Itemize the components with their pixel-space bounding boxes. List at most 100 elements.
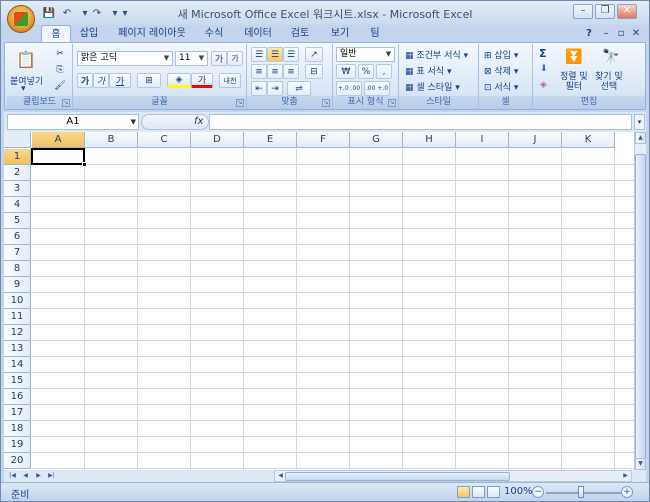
scroll-up-icon[interactable]: ▲ <box>635 132 646 144</box>
row-header-10[interactable]: 10 <box>4 293 31 309</box>
copy-icon[interactable]: ⎘ <box>53 62 67 77</box>
paste-dropdown-icon[interactable]: ▾ <box>21 84 26 94</box>
format-cells-button[interactable]: ⊡ 서식 ▾ <box>484 80 518 93</box>
office-button[interactable] <box>7 5 35 33</box>
delete-cells-button[interactable]: ⊠ 삭제 ▾ <box>484 64 518 77</box>
phonetic-button[interactable]: 내천 <box>219 73 241 88</box>
sort-filter-button[interactable]: 정렬 및 필터 <box>560 72 588 92</box>
row-header-5[interactable]: 5 <box>4 213 31 229</box>
increase-indent-icon[interactable]: ⇥ <box>267 81 283 96</box>
tab-review[interactable]: 검토 <box>283 25 317 43</box>
insert-function-button[interactable]: fx <box>194 116 203 127</box>
column-header-d[interactable]: D <box>191 132 244 148</box>
number-format-combo[interactable]: 일반 ▼ <box>336 47 395 62</box>
cell-grid[interactable] <box>32 149 634 470</box>
fill-icon[interactable]: ⬇ <box>540 64 548 74</box>
autosum-icon[interactable]: Σ <box>539 47 547 60</box>
zoom-level[interactable]: 100% <box>504 486 533 497</box>
scroll-down-icon[interactable]: ▼ <box>635 458 646 470</box>
font-name-combo[interactable]: 맑은 고딕 ▼ <box>77 51 173 66</box>
row-header-15[interactable]: 15 <box>4 373 31 389</box>
fill-color-button[interactable]: ◈ <box>167 73 191 88</box>
tab-page-layout[interactable]: 페이지 레이아웃 <box>111 25 193 43</box>
format-as-table-button[interactable]: ▦ 표 서식 ▾ <box>405 64 451 77</box>
row-header-1[interactable]: 1 <box>4 149 31 165</box>
row-header-7[interactable]: 7 <box>4 245 31 261</box>
decrease-indent-icon[interactable]: ⇤ <box>251 81 267 96</box>
font-launcher-icon[interactable]: ↘ <box>236 99 244 107</box>
column-header-f[interactable]: F <box>297 132 350 148</box>
column-header-k[interactable]: K <box>562 132 615 148</box>
restore-button[interactable]: ❐ <box>595 4 615 19</box>
zoom-out-button[interactable]: − <box>532 486 544 498</box>
borders-button[interactable]: ⊞ <box>137 73 161 88</box>
increase-decimal-button[interactable]: +.0 .00 <box>336 81 362 96</box>
vertical-scrollbar[interactable]: ▲ ▼ <box>634 132 646 470</box>
column-header-a[interactable]: A <box>32 132 85 148</box>
close-button[interactable]: ✕ <box>617 4 637 19</box>
underline-button[interactable]: 가 <box>109 73 131 88</box>
minimize-button[interactable]: – <box>573 4 593 19</box>
binoculars-icon[interactable]: 🔭 <box>599 46 623 68</box>
last-sheet-icon[interactable]: ▶| <box>46 471 57 481</box>
scroll-right-icon[interactable]: ▶ <box>620 471 631 481</box>
italic-button[interactable]: 가 <box>93 73 109 88</box>
name-box[interactable]: A1 ▼ <box>7 114 139 130</box>
zoom-slider-handle[interactable] <box>578 486 584 498</box>
tab-formulas[interactable]: 수식 <box>197 25 231 43</box>
comma-button[interactable]: , <box>376 64 392 79</box>
tab-view[interactable]: 보기 <box>323 25 357 43</box>
prev-sheet-icon[interactable]: ◀ <box>20 471 31 481</box>
next-sheet-icon[interactable]: ▶ <box>33 471 44 481</box>
bold-button[interactable]: 가 <box>77 73 93 88</box>
number-launcher-icon[interactable]: ↘ <box>388 99 396 107</box>
column-header-h[interactable]: H <box>403 132 456 148</box>
wrap-text-button[interactable]: ⇌ <box>287 81 311 96</box>
column-header-b[interactable]: B <box>85 132 138 148</box>
decrease-decimal-button[interactable]: .00 +.0 <box>364 81 390 96</box>
clipboard-launcher-icon[interactable]: ↘ <box>62 99 70 107</box>
column-header-j[interactable]: J <box>509 132 562 148</box>
vertical-scroll-thumb[interactable] <box>635 154 646 459</box>
column-header-g[interactable]: G <box>350 132 403 148</box>
insert-cells-button[interactable]: ⊞ 삽입 ▾ <box>484 48 518 61</box>
conditional-formatting-button[interactable]: ▦ 조건부 서식 ▾ <box>405 48 468 61</box>
column-header-c[interactable]: C <box>138 132 191 148</box>
worksheet-grid[interactable]: ABCDEFGHIJK 1 2 3 4 5 6 7 8 9 10 11 12 13 14 15 16 17 18 1… <box>4 132 634 470</box>
normal-view-button[interactable] <box>457 486 470 498</box>
row-header-2[interactable]: 2 <box>4 165 31 181</box>
ribbon-restore-button[interactable]: ▫ <box>615 25 627 43</box>
align-left-icon[interactable]: ≡ <box>251 64 267 79</box>
row-header-14[interactable]: 14 <box>4 357 31 373</box>
chevron-down-icon[interactable]: ▼ <box>162 53 171 64</box>
percent-button[interactable]: % <box>358 64 374 79</box>
row-header-20[interactable]: 20 <box>4 453 31 469</box>
row-header-3[interactable]: 3 <box>4 181 31 197</box>
align-center-icon[interactable]: ≡ <box>267 64 283 79</box>
row-header-18[interactable]: 18 <box>4 421 31 437</box>
paste-icon[interactable]: 📋 <box>11 46 41 72</box>
align-right-icon[interactable]: ≡ <box>283 64 299 79</box>
sort-filter-icon[interactable]: ⏬ <box>563 46 585 68</box>
zoom-in-button[interactable]: + <box>621 486 633 498</box>
tab-data[interactable]: 데이터 <box>237 25 279 43</box>
row-header-4[interactable]: 4 <box>4 197 31 213</box>
row-header-6[interactable]: 6 <box>4 229 31 245</box>
horizontal-scrollbar[interactable]: ◀ ▶ <box>274 470 632 482</box>
currency-button[interactable]: ₩ <box>336 64 356 79</box>
active-cell[interactable] <box>31 148 87 167</box>
formula-input[interactable] <box>209 114 632 130</box>
tab-insert[interactable]: 삽입 <box>73 25 105 43</box>
horizontal-scroll-thumb[interactable] <box>285 472 510 481</box>
page-layout-view-button[interactable] <box>472 486 485 498</box>
chevron-down-icon[interactable]: ▼ <box>131 115 136 129</box>
format-painter-icon[interactable]: 🖌 <box>53 78 67 93</box>
alignment-launcher-icon[interactable]: ↘ <box>322 99 330 107</box>
scroll-left-icon[interactable]: ◀ <box>275 471 286 481</box>
cut-icon[interactable]: ✂ <box>53 46 67 61</box>
ribbon-minimize-button[interactable]: – <box>600 25 612 43</box>
align-middle-icon[interactable]: ☰ <box>267 47 283 62</box>
row-header-9[interactable]: 9 <box>4 277 31 293</box>
ribbon-close-button[interactable]: ✕ <box>630 25 642 43</box>
clear-icon[interactable]: ◈ <box>540 80 547 90</box>
